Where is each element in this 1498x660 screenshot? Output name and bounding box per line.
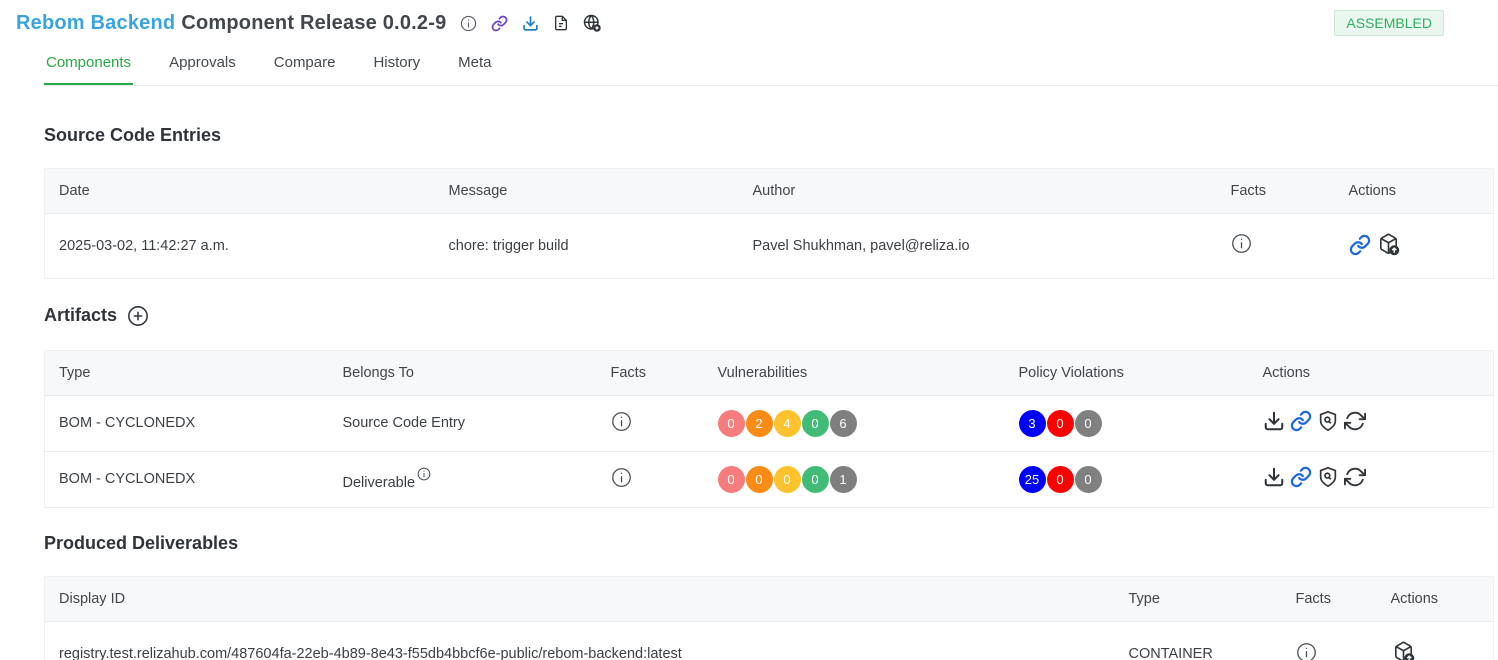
vulnerability-badge: 2: [746, 410, 773, 437]
policy-violation-badge: 0: [1075, 410, 1102, 437]
artifacts-heading: Artifacts: [44, 305, 117, 326]
sce-message: chore: trigger build: [435, 214, 739, 279]
table-header-row: Date Message Author Facts Actions: [45, 169, 1494, 214]
vulnerability-badge: 0: [718, 410, 745, 437]
col-header-actions: Actions: [1377, 576, 1494, 621]
col-header-policy-violations: Policy Violations: [1005, 350, 1249, 395]
info-icon[interactable]: [460, 15, 477, 32]
download-icon[interactable]: [522, 15, 539, 32]
product-name: Rebom Backend: [16, 12, 175, 34]
col-header-type: Type: [1115, 576, 1282, 621]
table-header-row: Display ID Type Facts Actions: [45, 576, 1494, 621]
produced-deliverables-heading: Produced Deliverables: [44, 533, 1494, 554]
facts-info-icon[interactable]: [1231, 233, 1252, 254]
sce-date: 2025-03-02, 11:42:27 a.m.: [45, 214, 435, 279]
deliverable-info-icon[interactable]: [417, 467, 431, 481]
col-header-facts: Facts: [1217, 169, 1335, 214]
tab-history[interactable]: History: [371, 44, 422, 85]
produced-deliverables-table: Display ID Type Facts Actions registry.t…: [44, 576, 1494, 660]
policy-violation-badges: 2500: [1019, 466, 1103, 493]
download-icon[interactable]: [1263, 410, 1285, 432]
tab-components[interactable]: Components: [44, 44, 133, 85]
add-artifact-icon[interactable]: [1391, 640, 1416, 660]
tab-meta[interactable]: Meta: [456, 44, 493, 85]
shield-scan-icon[interactable]: [1317, 466, 1339, 488]
col-header-author: Author: [739, 169, 1217, 214]
col-header-message: Message: [435, 169, 739, 214]
facts-info-icon[interactable]: [611, 467, 632, 488]
document-icon[interactable]: [553, 15, 569, 31]
artifact-type: BOM - CYCLONEDX: [45, 451, 329, 507]
link-icon[interactable]: [1349, 234, 1371, 256]
add-circle-icon[interactable]: [127, 305, 149, 327]
col-header-vulnerabilities: Vulnerabilities: [704, 350, 1005, 395]
vulnerability-badge: 1: [830, 466, 857, 493]
tab-bar: Components Approvals Compare History Met…: [44, 44, 1498, 86]
col-header-display-id: Display ID: [45, 576, 1115, 621]
source-code-entries-heading: Source Code Entries: [44, 125, 1494, 146]
col-header-facts: Facts: [597, 350, 704, 395]
col-header-facts: Facts: [1282, 576, 1377, 621]
vulnerability-badge: 0: [802, 466, 829, 493]
source-code-entry-row: 2025-03-02, 11:42:27 a.m. chore: trigger…: [45, 214, 1494, 279]
facts-info-icon[interactable]: [611, 411, 632, 432]
link-icon[interactable]: [1290, 410, 1312, 432]
refresh-icon[interactable]: [1344, 410, 1366, 432]
deliverable-display-id: registry.test.relizahub.com/487604fa-22e…: [45, 621, 1115, 660]
sce-author: Pavel Shukhman, pavel@reliza.io: [739, 214, 1217, 279]
page-title: Rebom Backend Component Release 0.0.2-9: [16, 12, 446, 35]
policy-violation-badge: 25: [1019, 466, 1046, 493]
policy-violation-badge: 0: [1047, 466, 1074, 493]
artifacts-table: Type Belongs To Facts Vulnerabilities Po…: [44, 350, 1494, 508]
tab-compare[interactable]: Compare: [272, 44, 338, 85]
vulnerability-badge: 0: [718, 466, 745, 493]
vulnerability-badges: 02406: [718, 410, 858, 437]
col-header-actions: Actions: [1249, 350, 1494, 395]
artifact-belongs-to: Deliverable: [343, 475, 416, 491]
deliverable-type: CONTAINER: [1115, 621, 1282, 660]
col-header-actions: Actions: [1335, 169, 1494, 214]
globe-add-icon[interactable]: [583, 14, 601, 32]
vulnerability-badge: 0: [774, 466, 801, 493]
artifact-row: BOM - CYCLONEDX Deliverable 00001 2500: [45, 451, 1494, 507]
col-header-type: Type: [45, 350, 329, 395]
vulnerability-badge: 0: [746, 466, 773, 493]
link-icon[interactable]: [1290, 466, 1312, 488]
artifact-type: BOM - CYCLONEDX: [45, 395, 329, 451]
page-header: Rebom Backend Component Release 0.0.2-9 A…: [0, 0, 1498, 36]
policy-violation-badges: 300: [1019, 410, 1103, 437]
facts-info-icon[interactable]: [1296, 642, 1317, 660]
vulnerability-badges: 00001: [718, 466, 858, 493]
policy-violation-badge: 0: [1075, 466, 1102, 493]
release-title: Component Release 0.0.2-9: [181, 12, 446, 34]
vulnerability-badge: 6: [830, 410, 857, 437]
artifact-belongs-to: Source Code Entry: [329, 395, 597, 451]
vulnerability-badge: 4: [774, 410, 801, 437]
add-artifact-icon[interactable]: [1376, 232, 1401, 257]
policy-violation-badge: 0: [1047, 410, 1074, 437]
policy-violation-badge: 3: [1019, 410, 1046, 437]
download-icon[interactable]: [1263, 466, 1285, 488]
source-code-entries-table: Date Message Author Facts Actions 2025-0…: [44, 168, 1494, 279]
col-header-date: Date: [45, 169, 435, 214]
vulnerability-badge: 0: [802, 410, 829, 437]
header-icon-bar: [460, 14, 601, 32]
link-icon[interactable]: [491, 15, 508, 32]
col-header-belongs-to: Belongs To: [329, 350, 597, 395]
tab-approvals[interactable]: Approvals: [167, 44, 238, 85]
artifacts-heading-row: Artifacts: [44, 305, 1494, 327]
refresh-icon[interactable]: [1344, 466, 1366, 488]
shield-scan-icon[interactable]: [1317, 410, 1339, 432]
status-badge: ASSEMBLED: [1334, 10, 1444, 36]
table-header-row: Type Belongs To Facts Vulnerabilities Po…: [45, 350, 1494, 395]
artifact-row: BOM - CYCLONEDX Source Code Entry 02406 …: [45, 395, 1494, 451]
deliverable-row: registry.test.relizahub.com/487604fa-22e…: [45, 621, 1494, 660]
